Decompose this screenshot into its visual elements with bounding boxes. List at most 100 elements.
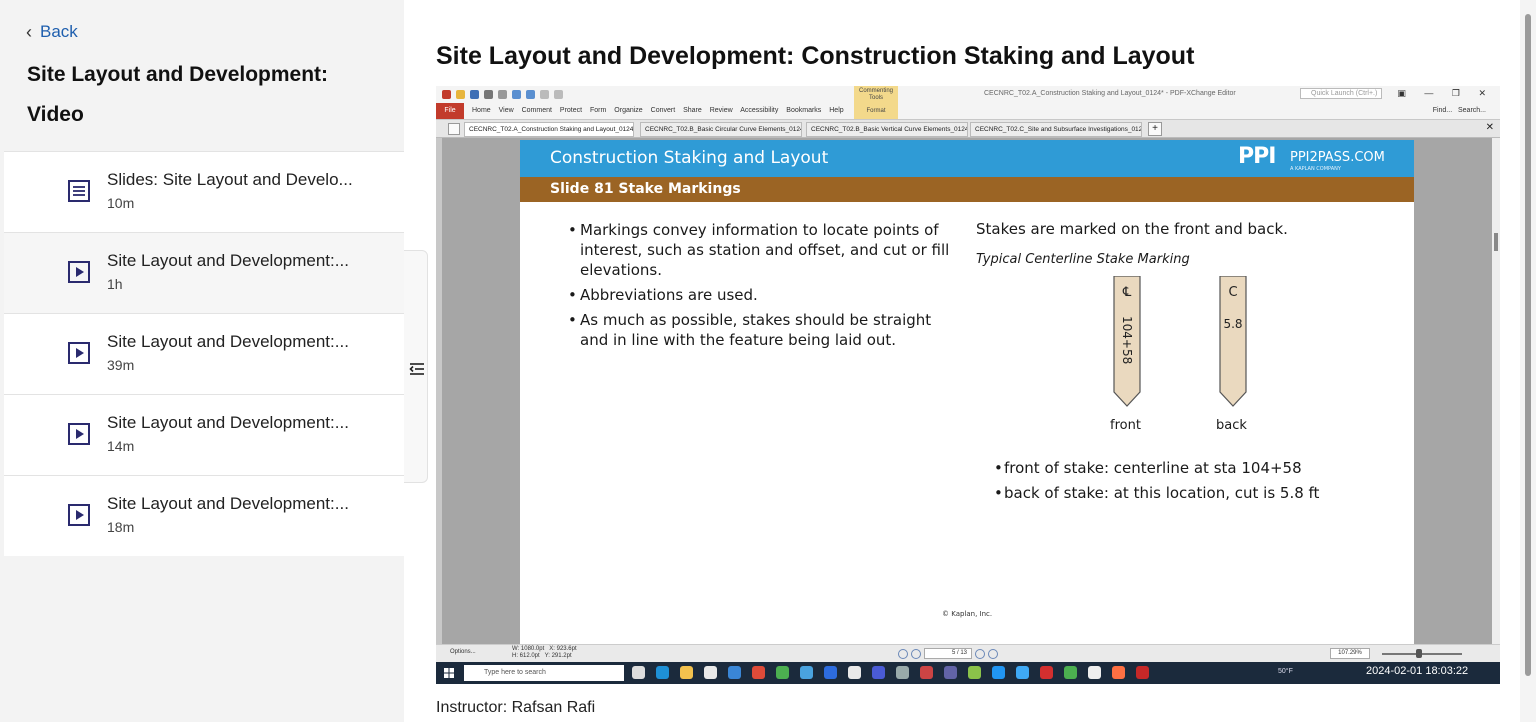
editor-menu-bar: File Home View Comment Protect Form Orga… [436,86,1500,119]
page-scrollbar[interactable] [1520,0,1536,722]
zoom-level: 107.29% [1330,648,1370,659]
editor-menu-items: Home View Comment Protect Form Organize … [472,107,844,114]
zoom-slider [1382,653,1462,655]
doc-tab: CECNRC_T02.C_Site and Subsurface Investi… [970,122,1142,137]
last-page-icon [988,648,998,659]
taskbar-search: Type here to search [464,665,624,681]
course-item-duration: 18m [107,519,135,535]
next-page-icon [975,648,985,659]
taskbar-clock: 2024-02-01 18:03:22 [1366,665,1469,677]
ppi-logo: PPI [1238,144,1276,169]
menu-icon [448,123,460,135]
page-scroll-thumb[interactable] [1525,14,1531,676]
instructor-name: Instructor: Rafsan Rafi [436,699,596,716]
stake-notes: front of stake: centerline at sta 104+58… [994,456,1319,506]
play-icon [68,423,90,445]
document-tabs: CECNRC_T02.A_Construction Staking and La… [436,120,1500,138]
find-search: Find... Search... [1433,107,1486,114]
course-sidebar: ‹ Back Site Layout and Development: Vide… [0,0,404,722]
course-item-title: Site Layout and Development:... [107,413,349,432]
editor-status-bar: Options... W: 1080.0pt X: 923.6pt H: 612… [436,644,1500,662]
slide-bullets: Markings convey information to locate po… [568,220,958,355]
page-dimensions: W: 1080.0pt X: 923.6pt H: 612.0pt Y: 291… [512,646,577,660]
stake-note: front of stake: centerline at sta 104+58 [994,456,1319,481]
page-width: W: 1080.0pt [512,646,545,652]
slide-bullet: As much as possible, stakes should be st… [568,310,958,350]
doc-tab: CECNRC_T02.B_Basic Circular Curve Elemen… [640,122,802,137]
document-scrollbar [1492,138,1500,644]
cursor-y: Y: 291.2pt [544,653,572,659]
course-item-list: Slides: Site Layout and Develo... 10m Si… [4,151,404,556]
course-item-title: Slides: Site Layout and Develo... [107,170,353,189]
chevron-left-icon: ‹ [26,22,32,42]
weather: 50°F [1278,668,1293,675]
cursor-x: X: 923.6pt [549,646,577,652]
doc-tab: CECNRC_T02.B_Basic Vertical Curve Elemen… [806,122,968,137]
course-item-video-2[interactable]: Site Layout and Development:... 39m [4,313,404,394]
editor-title-bar: CECNRC_T02.A_Construction Staking and La… [436,86,1500,103]
ppi-tagline: A KAPLAN COMPANY [1290,166,1341,172]
back-mark: C [1228,285,1237,300]
window-controls: ▣ — ❐ ✕ [1397,88,1494,98]
play-icon [68,342,90,364]
back-label: back [1216,418,1247,433]
course-item-title: Site Layout and Development:... [107,494,349,513]
document-scroll-thumb [1494,233,1498,251]
course-item-title: Site Layout and Development:... [107,332,349,351]
slide-copyright: © Kaplan, Inc. [942,610,993,618]
course-item-video-3[interactable]: Site Layout and Development:... 14m [4,394,404,475]
course-item-slides[interactable]: Slides: Site Layout and Develo... 10m [4,151,404,232]
play-icon [68,504,90,526]
find-label: Find... [1432,107,1453,114]
ppi-site: PPI2PASS.COM [1290,150,1385,165]
new-tab-icon: + [1148,122,1162,136]
quick-access-toolbar [442,88,632,100]
course-item-title: Site Layout and Development:... [107,251,349,270]
slide: Construction Staking and Layout PPI PPI2… [520,140,1414,644]
taskbar-apps [632,666,1149,679]
back-cut: 5.8 [1223,317,1242,331]
slide-subheader-title: Slide 81 Stake Markings [550,181,741,197]
slide-bullet: Markings convey information to locate po… [568,220,958,280]
options-menu: Options... [450,649,476,655]
file-menu: File [436,103,464,119]
slide-header-title: Construction Staking and Layout [550,148,829,168]
collapse-sidebar-icon[interactable] [408,360,426,378]
front-station: 104+58 [1120,316,1134,364]
prev-page-icon [911,648,921,659]
course-item-duration: 1h [107,276,123,292]
course-item-duration: 14m [107,438,135,454]
first-page-icon [898,648,908,659]
figure-caption: Typical Centerline Stake Marking [976,252,1190,267]
page-height: H: 612.0pt [512,653,540,659]
sidebar-title: Site Layout and Development: Video [27,63,329,126]
close-icon: ✕ [1485,122,1494,133]
course-item-video-1[interactable]: Site Layout and Development:... 1h [4,232,404,313]
slide-bullet: Abbreviations are used. [568,285,958,305]
page-navigation: 5 / 13 [898,648,998,659]
search-label: Search... [1457,107,1486,114]
commenting-tools-label: Commenting Tools [858,88,893,101]
format-tab: Format [866,108,886,114]
front-label: front [1110,418,1141,433]
slide-subheader: Slide 81 Stake Markings [520,177,1414,202]
document-icon [68,180,90,202]
video-player[interactable]: CECNRC_T02.A_Construction Staking and La… [436,86,1500,684]
course-item-duration: 39m [107,357,135,373]
slide-header: Construction Staking and Layout PPI PPI2… [520,140,1414,177]
back-link[interactable]: ‹ Back [26,22,78,42]
quick-launch-input: Quick Launch (Ctrl+.) [1300,88,1382,99]
course-item-duration: 10m [107,195,135,211]
page-title: Site Layout and Development: Constructio… [436,42,1195,70]
windows-start-icon [444,668,454,678]
course-item-video-4[interactable]: Site Layout and Development:... 18m [4,475,404,556]
stake-diagram: ℄ 104+58 C 5.8 [1113,276,1247,407]
doc-tab: CECNRC_T02.A_Construction Staking and La… [464,122,634,137]
commenting-tools-tab: Commenting Tools Format [854,86,898,119]
back-label: Back [40,22,78,41]
front-mark: ℄ [1122,285,1132,300]
play-icon [68,261,90,283]
windows-taskbar: Type here to search 50°F 2024-02-01 18:0… [436,662,1500,684]
zoom-slider-knob [1416,649,1422,658]
editor-window-title: CECNRC_T02.A_Construction Staking and La… [984,90,1236,97]
